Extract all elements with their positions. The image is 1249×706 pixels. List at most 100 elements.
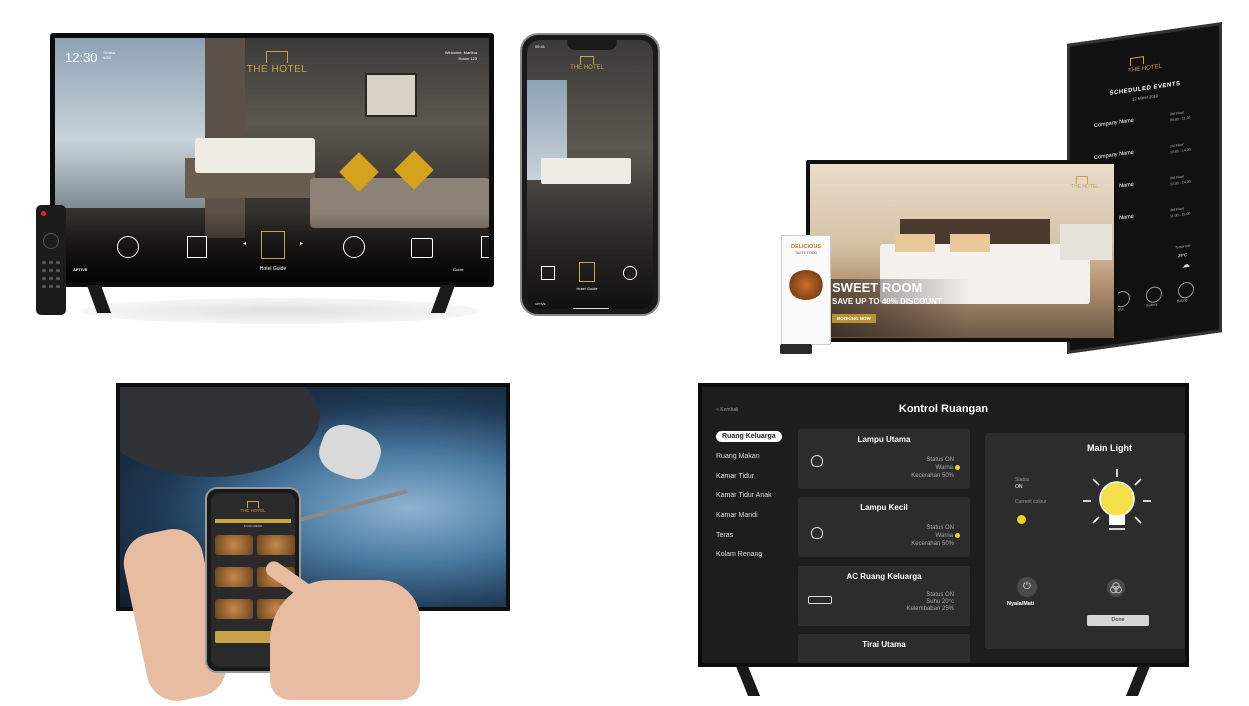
clock-icon xyxy=(1178,281,1194,300)
promo-headline: SWEET ROOM xyxy=(832,280,923,295)
brand-label: APTIVE xyxy=(73,267,88,272)
room-tab-kamar-tidur[interactable]: Kamar Tidur xyxy=(716,473,754,480)
status-time: 09:41 xyxy=(535,44,546,49)
device-status: Status ON xyxy=(926,457,954,463)
hotel-logo-icon xyxy=(580,56,594,64)
category-bar[interactable] xyxy=(215,519,291,523)
play-icon[interactable] xyxy=(117,236,139,258)
selected-item-label: Hotel Guide xyxy=(576,286,598,291)
room-tab-kolam-renang[interactable]: Kolam Renang xyxy=(716,551,762,558)
room-tab-kamar-tidur-anak[interactable]: Kamar Tidur Anak xyxy=(716,492,772,499)
armchair xyxy=(1060,224,1112,260)
offer-value: 40% DISCOUNT xyxy=(881,297,942,306)
tv-screen: 12:30 Selasa 6/24 Welcome, Martina Room … xyxy=(55,38,489,282)
film-icon[interactable] xyxy=(541,266,555,280)
device-card-lampu-kecil[interactable]: Lampu Kecil Status ON Warna Kecerahan 50… xyxy=(798,497,970,557)
power-icon[interactable]: ⏻ xyxy=(1017,577,1037,597)
current-color-swatch[interactable] xyxy=(1017,515,1026,524)
device-card-lampu-utama[interactable]: Lampu Utama Status ON Warna Kecerahan 50… xyxy=(798,429,970,489)
clock-icon xyxy=(1146,285,1162,304)
offer-prefix: SAVE UP TO xyxy=(832,297,880,306)
welcome-text: Welcome, Martina xyxy=(444,50,477,55)
room-number: Room 123 xyxy=(458,56,477,61)
promo-screen: THE HOTEL SWEET ROOM SAVE UP TO 40% DISC… xyxy=(810,164,1114,338)
hotel-logo-icon xyxy=(1076,176,1088,184)
weather-temp: 29°C xyxy=(1178,252,1187,259)
color-label: Current colour xyxy=(1015,499,1047,505)
pillow xyxy=(895,234,935,252)
promo-display: THE HOTEL SWEET ROOM SAVE UP TO 40% DISC… xyxy=(806,160,1118,342)
bulb-icon xyxy=(811,455,823,467)
luggage-icon[interactable] xyxy=(411,238,433,258)
pillow xyxy=(950,234,990,252)
bulb-icon xyxy=(811,527,823,539)
device-name: Lampu Kecil xyxy=(860,503,908,512)
device-card-ac[interactable]: AC Ruang Keluarga Status ON Suhu 20°c Ke… xyxy=(798,566,970,626)
color-dot xyxy=(955,465,960,470)
dpad xyxy=(43,233,59,249)
booking-button[interactable]: BOOKING NOW xyxy=(832,314,876,323)
hotel-guide-icon[interactable] xyxy=(579,262,595,282)
menu-header: FOOD MENU xyxy=(243,524,263,528)
room-tab-ruang-makan[interactable]: Ruang Makan xyxy=(716,453,760,460)
clock-date: Selasa 6/24 xyxy=(103,50,116,60)
device-color: Warna xyxy=(936,533,960,539)
menu-kiosk: DELICIOUS TASTE FOOD xyxy=(781,235,831,345)
power-button xyxy=(41,211,46,216)
chevron-right-icon[interactable]: ▸ xyxy=(300,240,303,247)
right-hand xyxy=(270,580,420,700)
tv-leg xyxy=(1125,666,1151,696)
device-status: Status ON xyxy=(926,525,954,531)
event-time: 10.00 - 14.00 xyxy=(1170,179,1191,187)
phone-screen: 09:41 THE HOTEL Hotel Guide APTIVE xyxy=(527,40,653,309)
film-icon[interactable] xyxy=(187,236,207,258)
room-control-tv: < Kembali Kontrol Ruangan Ruang Keluarga… xyxy=(698,383,1189,667)
device-card-tirai[interactable]: Tirai Utama xyxy=(798,634,970,663)
room-tab-teras[interactable]: Teras xyxy=(716,532,733,539)
kiosk-subtitle: TASTE FOOD xyxy=(794,251,818,255)
brand-label: APTIVE xyxy=(535,302,546,306)
clock-time: 12:30 xyxy=(65,50,98,65)
device-status: Status ON xyxy=(926,592,954,598)
event-location: 3rd Floor xyxy=(1170,174,1185,181)
burger-image xyxy=(788,270,824,300)
astronaut xyxy=(313,418,387,486)
event-company: Company Name xyxy=(1094,117,1134,130)
hotel-logo-icon xyxy=(247,501,259,508)
bed xyxy=(195,138,315,173)
room-control-screen: < Kembali Kontrol Ruangan Ruang Keluarga… xyxy=(702,387,1185,663)
space-station xyxy=(120,387,320,477)
dining-icon[interactable] xyxy=(623,266,637,280)
more-icon[interactable] xyxy=(481,236,489,258)
hotel-guide-tv: 12:30 Selasa 6/24 Welcome, Martina Room … xyxy=(50,33,494,287)
hotel-logo-icon xyxy=(266,51,288,63)
power-label: Nyala/Mati xyxy=(1007,601,1035,607)
device-name: Tirai Utama xyxy=(862,640,906,649)
hotel-guide-phone: 09:41 THE HOTEL Hotel Guide APTIVE xyxy=(520,33,660,316)
device-brightness: Kecerahan 50% xyxy=(911,473,954,479)
room-tab-ruang-keluarga[interactable]: Ruang Keluarga xyxy=(716,431,782,442)
clock-city: Sydney xyxy=(1146,302,1158,308)
hotel-logo: THE HOTEL xyxy=(570,65,604,71)
device-brightness: Kecerahan 50% xyxy=(911,541,954,547)
color-wheel-icon[interactable] xyxy=(1107,579,1125,597)
weather-label: Tomorrow xyxy=(1175,243,1191,250)
done-button[interactable]: Done xyxy=(1087,615,1149,626)
hotel-logo: THE HOTEL xyxy=(1070,184,1100,190)
panel-title: Main Light xyxy=(1087,443,1132,453)
device-name: Lampu Utama xyxy=(857,435,911,444)
device-humidity: Kelembaban 25% xyxy=(906,606,954,612)
dining-icon[interactable] xyxy=(343,236,365,258)
hotel-logo-icon xyxy=(1130,56,1144,67)
kiosk-base xyxy=(780,344,812,354)
selected-item-label: Hotel Guide xyxy=(259,266,287,272)
cloud-icon: ☁ xyxy=(1182,259,1190,270)
chevron-left-icon[interactable]: ◂ xyxy=(243,240,246,247)
home-indicator[interactable] xyxy=(573,308,609,309)
status-value: ON xyxy=(1015,484,1023,490)
page-title: Kontrol Ruangan xyxy=(898,403,989,415)
room-tab-kamar-mandi[interactable]: Kamar Mandi xyxy=(716,512,758,519)
hotel-guide-icon[interactable] xyxy=(261,231,285,259)
color-dot xyxy=(955,533,960,538)
main-light-bulb-icon[interactable] xyxy=(1081,467,1153,539)
